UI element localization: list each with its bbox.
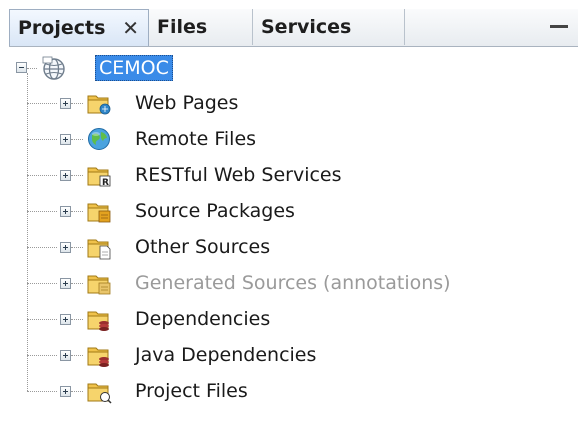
tree-node-label[interactable]: Other Sources (135, 235, 270, 259)
tab-files[interactable]: Files (149, 9, 253, 45)
rest-services-folder-icon: R (86, 162, 112, 188)
tree-node-label[interactable]: Project Files (135, 379, 248, 403)
tree-connector (27, 391, 57, 392)
svg-text:R: R (102, 178, 109, 188)
collapse-toggle-icon[interactable] (16, 62, 27, 73)
tree-connector (71, 283, 83, 284)
tab-services-label: Services (261, 16, 352, 38)
tab-projects[interactable]: Projects ✕ (9, 9, 149, 46)
tree-connector (27, 73, 28, 391)
globe-icon (86, 126, 112, 152)
tree-connector (71, 175, 83, 176)
tree-node-label[interactable]: RESTful Web Services (135, 163, 342, 187)
tree-node-label[interactable]: Web Pages (135, 91, 238, 115)
tree-connector (27, 139, 57, 140)
java-dependencies-folder-icon (86, 342, 112, 368)
tree-connector (71, 355, 83, 356)
other-sources-folder-icon (86, 234, 112, 260)
expand-toggle-icon[interactable] (60, 134, 71, 145)
project-tree: CEMOC Web Pages Remote Files R RESTful Web … (9, 47, 578, 428)
tab-services[interactable]: Services (253, 9, 405, 45)
tree-node-label[interactable]: Remote Files (135, 127, 256, 151)
tree-connector (71, 391, 83, 392)
tree-connector (71, 139, 83, 140)
tree-connector (71, 211, 83, 212)
expand-toggle-icon[interactable] (60, 98, 71, 109)
projects-window: Projects ✕ Files Services CEMOC Web Page… (0, 0, 578, 428)
tree-connector (27, 283, 57, 284)
tree-connector (27, 319, 57, 320)
close-icon[interactable]: ✕ (122, 10, 139, 46)
expand-toggle-icon[interactable] (60, 350, 71, 361)
project-files-folder-icon (86, 378, 112, 404)
tree-node-label[interactable]: Generated Sources (annotations) (135, 271, 451, 295)
expand-toggle-icon[interactable] (60, 386, 71, 397)
tree-node-label[interactable]: Dependencies (135, 307, 270, 331)
tree-connector (27, 103, 57, 104)
tree-connector (71, 319, 83, 320)
minimize-icon[interactable] (550, 25, 568, 28)
tree-connector (27, 68, 37, 69)
tree-node-cemoc[interactable]: CEMOC (95, 55, 173, 81)
source-packages-folder-icon (86, 198, 112, 224)
expand-toggle-icon[interactable] (60, 170, 71, 181)
expand-toggle-icon[interactable] (60, 314, 71, 325)
tree-node-label[interactable]: Source Packages (135, 199, 295, 223)
tab-bar: Projects ✕ Files Services (9, 9, 578, 47)
expand-toggle-icon[interactable] (60, 206, 71, 217)
web-project-icon (42, 56, 65, 80)
generated-sources-folder-icon (86, 270, 112, 296)
expand-toggle-icon[interactable] (60, 278, 71, 289)
tree-connector (71, 103, 83, 104)
tree-connector (27, 211, 57, 212)
tree-node-label[interactable]: Java Dependencies (135, 343, 316, 367)
tree-connector (27, 355, 57, 356)
expand-toggle-icon[interactable] (60, 242, 71, 253)
tab-files-label: Files (157, 16, 208, 38)
tree-connector (27, 247, 57, 248)
tree-connector (27, 175, 57, 176)
dependencies-folder-icon (86, 306, 112, 332)
tree-connector (71, 247, 83, 248)
web-pages-folder-icon (86, 90, 112, 116)
tab-projects-label: Projects (18, 17, 106, 39)
